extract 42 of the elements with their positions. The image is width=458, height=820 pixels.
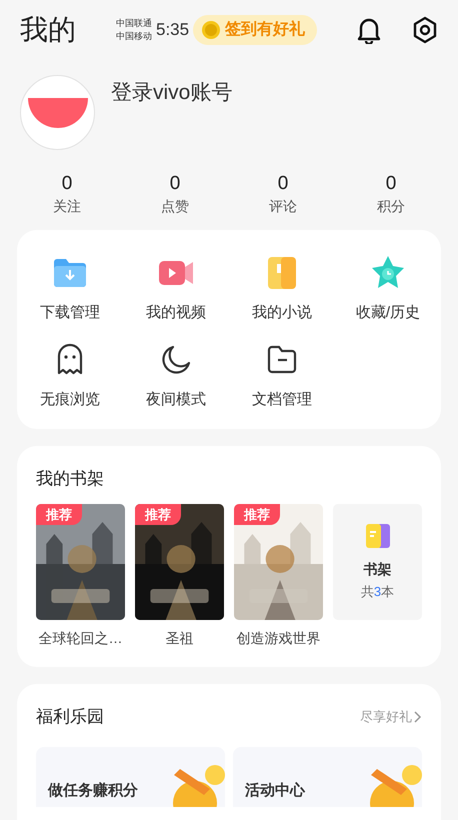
page-title: 我的 bbox=[20, 13, 76, 47]
tool-button[interactable]: 下载管理 bbox=[17, 254, 123, 324]
settings-icon[interactable] bbox=[412, 16, 438, 44]
login-link[interactable]: 登录vivo账号 bbox=[111, 77, 232, 108]
book-title: 圣祖 bbox=[166, 629, 194, 648]
shelf-label: 书架 bbox=[364, 560, 392, 579]
tool-button[interactable]: 收藏/历史 bbox=[335, 254, 441, 324]
tool-button[interactable]: 文档管理 bbox=[229, 340, 335, 411]
book-item[interactable]: 推荐 圣祖 bbox=[135, 504, 224, 649]
stat-value: 0 bbox=[170, 172, 180, 196]
section-title: 福利乐园 bbox=[36, 706, 104, 728]
bell-icon[interactable] bbox=[356, 16, 382, 44]
carrier-name: 中国联通 bbox=[116, 17, 152, 30]
coin-icon bbox=[201, 20, 222, 40]
avatar-icon bbox=[28, 98, 88, 128]
status-time: 5:35 bbox=[156, 19, 190, 42]
stat-value: 0 bbox=[386, 172, 396, 196]
stat-value: 0 bbox=[62, 172, 72, 196]
recommend-badge: 推荐 bbox=[135, 504, 181, 525]
stat-label[interactable]: 关注 bbox=[53, 196, 81, 216]
book-item[interactable]: 推荐 创造游戏世界 bbox=[234, 504, 323, 649]
tool-button[interactable]: 无痕浏览 bbox=[17, 340, 123, 411]
recommend-badge: 推荐 bbox=[234, 504, 280, 525]
recommend-badge: 推荐 bbox=[36, 504, 82, 525]
section-title: 我的书架 bbox=[36, 469, 104, 488]
book-icon bbox=[364, 522, 390, 549]
shelf-count: 共3本 bbox=[360, 582, 394, 601]
book-title: 全球轮回之… bbox=[38, 629, 122, 648]
stat-label[interactable]: 积分 bbox=[377, 196, 405, 216]
book-item[interactable]: 推荐 全球轮回之… bbox=[36, 504, 125, 649]
tool-button[interactable]: 我的小说 bbox=[229, 254, 335, 324]
bookshelf-button[interactable]: 书架 共3本 bbox=[333, 504, 422, 620]
tool-button[interactable]: 我的视频 bbox=[123, 254, 229, 324]
stat-value: 0 bbox=[278, 172, 288, 196]
book-title: 创造游戏世界 bbox=[236, 629, 320, 648]
chevron-right-icon bbox=[412, 710, 422, 724]
stat-label[interactable]: 评论 bbox=[269, 196, 297, 216]
tool-button[interactable]: 夜间模式 bbox=[123, 340, 229, 411]
carrier-name: 中国移动 bbox=[116, 30, 152, 43]
welfare-tile[interactable]: 做任务赚积分 bbox=[36, 746, 225, 806]
welfare-tile[interactable]: 活动中心 bbox=[233, 746, 422, 806]
stat-label[interactable]: 点赞 bbox=[161, 196, 189, 216]
